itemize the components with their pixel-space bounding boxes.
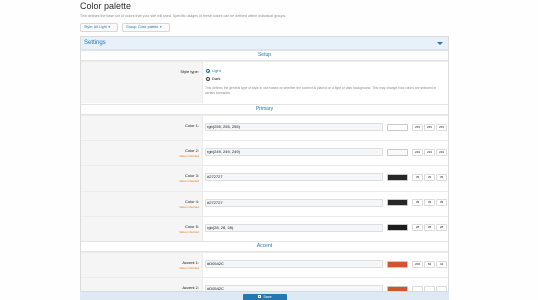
color-row: Color 4: Value inherited #272727 39 39 39 [81, 190, 448, 216]
color-row: Color 2: Value inherited rgb(249, 249, 249… [81, 140, 448, 166]
channel-r-input[interactable]: 208 [412, 260, 423, 268]
channel-g-input[interactable]: 249 [424, 148, 435, 156]
page-description: This defines the base set of colors that… [80, 14, 287, 18]
color-swatch[interactable] [387, 224, 408, 232]
radio-dark-label: Dark [212, 76, 221, 81]
save-label: Save [263, 294, 272, 299]
style-type-row: Style type: Light Dark This defines the … [81, 61, 448, 103]
row-label-area [81, 116, 203, 141]
style-selector-label: Style: Alt Light [84, 25, 107, 29]
inherited-note: Value inherited [179, 154, 199, 159]
color-label: Color 1: [184, 123, 199, 128]
color-label: Accent 1: [182, 260, 199, 265]
channel-r-input[interactable]: 39 [412, 173, 423, 181]
style-selector-button[interactable]: Style: Alt Light▼ [80, 23, 118, 32]
color-swatch[interactable] [387, 123, 408, 131]
group-selector-label: Group: Color palette [126, 25, 159, 29]
section-primary-title: Primary [255, 106, 274, 112]
color-value-input[interactable]: rgb(255, 255, 255) [205, 123, 383, 131]
channel-b-input[interactable]: 28 [436, 224, 447, 232]
style-type-label: Style type: [180, 69, 199, 74]
color-label: Color 5: [184, 223, 199, 229]
channel-g-input[interactable]: 28 [424, 224, 435, 232]
channel-r-input[interactable]: 249 [412, 148, 423, 156]
channel-g-input[interactable]: 39 [424, 173, 435, 181]
section-accent-title: Accent [256, 243, 273, 249]
channel-g-input[interactable]: 39 [424, 199, 435, 207]
radio-light[interactable]: Light [206, 68, 221, 73]
section-primary: Primary [81, 104, 448, 115]
channel-r-input[interactable]: 255 [412, 123, 423, 131]
color-value-input[interactable]: rgb(249, 249, 249) [205, 148, 383, 157]
section-setup: Setup [81, 50, 448, 61]
color-swatch[interactable] [387, 199, 408, 207]
settings-header[interactable]: Settings [81, 37, 448, 50]
settings-block: Settings Setup Style type: Light Dark Th… [80, 36, 449, 300]
channel-b-input[interactable]: 249 [436, 148, 447, 156]
channel-b-input[interactable]: 255 [436, 123, 447, 131]
color-value-input[interactable]: #D0542C [205, 260, 383, 268]
color-swatch[interactable] [387, 148, 408, 156]
radio-light-label: Light [212, 68, 221, 73]
color-swatch[interactable] [387, 173, 408, 181]
form-footer: Save [80, 291, 449, 300]
color-label: Color 4: [184, 198, 199, 204]
style-type-explain: This defines the general type of style i… [205, 86, 437, 95]
color-label: Color 3: [184, 173, 199, 179]
channel-r-input[interactable]: 28 [412, 224, 423, 232]
inherited-note: Value inherited [179, 204, 199, 209]
collapse-icon[interactable] [437, 42, 443, 45]
color-label: Accent 2: [182, 285, 199, 291]
group-selector-button[interactable]: Group: Color palette▼ [122, 23, 170, 32]
inherited-note: Value inherited [179, 179, 199, 184]
color-swatch[interactable] [387, 260, 408, 268]
section-accent: Accent [81, 241, 448, 252]
channel-g-input[interactable]: 255 [424, 123, 435, 131]
section-setup-title: Setup [257, 52, 272, 58]
save-button[interactable]: Save [243, 293, 287, 300]
settings-title: Settings [84, 40, 106, 46]
save-icon [258, 295, 262, 299]
page-title: Color palette [80, 1, 132, 11]
chevron-down-icon: ▼ [159, 25, 163, 29]
inherited-note: Value inherited [179, 229, 199, 234]
channel-b-input[interactable]: 39 [436, 173, 447, 181]
radio-dark[interactable]: Dark [206, 76, 220, 81]
channel-r-input[interactable]: 39 [412, 199, 423, 207]
channel-b-input[interactable]: 44 [436, 260, 447, 268]
color-row: Accent 1: Value inherited #D0542C 208 84 44 [81, 252, 448, 278]
color-value-input[interactable]: #272727 [205, 198, 383, 207]
chevron-down-icon: ▼ [107, 25, 111, 29]
color-row: Color 5: Value inherited rgb(28, 28, 28) 28… [81, 215, 448, 241]
channel-g-input[interactable]: 84 [424, 260, 435, 268]
color-label: Color 2: [184, 148, 199, 154]
color-value-input[interactable]: #272727 [205, 173, 383, 182]
color-value-input[interactable]: rgb(28, 28, 28) [205, 223, 383, 232]
channel-b-input[interactable]: 39 [436, 199, 447, 207]
color-row: Color 1: rgb(255, 255, 255) 255 255 255 [81, 115, 448, 141]
color-row: Color 3: Value inherited #272727 39 39 39 [81, 165, 448, 191]
radio-unchecked-icon [206, 76, 210, 81]
inherited-note: Value inherited [179, 266, 199, 270]
radio-checked-icon [206, 68, 210, 73]
